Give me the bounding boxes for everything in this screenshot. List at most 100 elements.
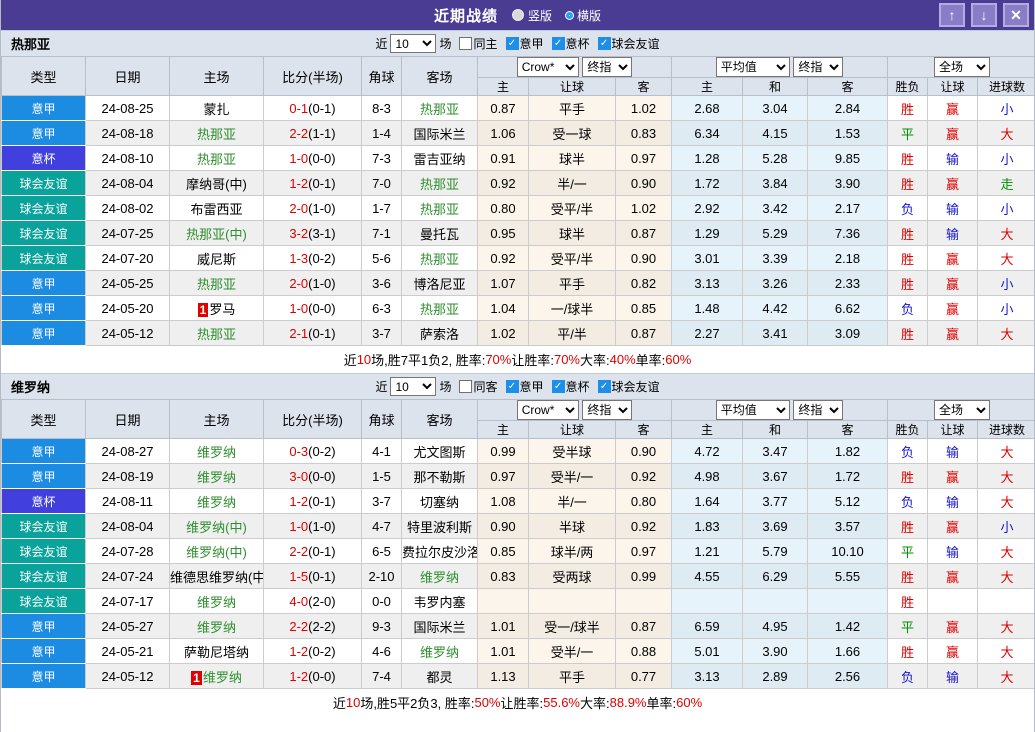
checkbox-icon (552, 380, 565, 393)
league-badge: 球会友谊 (2, 171, 86, 196)
home-team-cell: 维罗纳 (170, 439, 264, 464)
summary-text-segment: 场,胜7平1负2, 胜率: (371, 350, 485, 369)
home-team-name: 热那亚 (197, 327, 236, 342)
table-row: 球会友谊24-08-04摩纳哥(中)1-2(0-1)7-0热那亚0.92半/一0… (2, 171, 1035, 196)
average-select[interactable]: 平均值 (716, 400, 790, 420)
avg-away: 3.90 (808, 171, 888, 196)
table-row: 球会友谊24-07-20威尼斯1-3(0-2)5-6热那亚0.92受平/半0.9… (2, 246, 1035, 271)
checkbox-icon (459, 37, 472, 50)
league-checkbox-label: 意杯 (566, 378, 590, 395)
fulltime-score: 2-2 (289, 619, 308, 634)
home-team-name: 威尼斯 (197, 252, 236, 267)
fulltime-score: 3-2 (289, 226, 308, 241)
table-row: 意甲24-05-12热那亚2-1(0-1)3-7萨索洛1.02平/半0.872.… (2, 321, 1035, 346)
layout-vertical-radio[interactable]: 竖版 (512, 7, 552, 24)
sub-col-header: 进球数 (978, 421, 1035, 439)
league-checkbox[interactable]: 意甲 (506, 35, 544, 52)
result-winlose: 胜 (888, 464, 928, 489)
match-date: 24-08-04 (86, 514, 170, 539)
result-handicap (928, 589, 978, 614)
scroll-down-button[interactable]: ↓ (971, 3, 997, 27)
checkbox-icon (552, 37, 565, 50)
result-goals: 大 (978, 121, 1035, 146)
away-team-cell: 尤文图斯 (402, 439, 478, 464)
avg-away: 5.55 (808, 564, 888, 589)
result-goals: 大 (978, 664, 1035, 689)
odds-home: 0.85 (478, 539, 529, 564)
corner-cell: 1-7 (362, 196, 402, 221)
away-team-cell: 雷吉亚纳 (402, 146, 478, 171)
scroll-up-button[interactable]: ↑ (939, 3, 965, 27)
league-checkbox[interactable]: 意杯 (552, 378, 590, 395)
bookmaker-select[interactable]: Crow* (517, 400, 579, 420)
col-header-date: 日期 (86, 400, 170, 439)
result-handicap: 赢 (928, 614, 978, 639)
bookmaker-select[interactable]: Crow* (517, 57, 579, 77)
home-team-cell: 热那亚 (170, 271, 264, 296)
result-winlose: 胜 (888, 589, 928, 614)
odds-stage-select[interactable]: 终指 (582, 400, 632, 420)
summary-text-segment: 单率: (636, 350, 666, 369)
away-team-cell: 热那亚 (402, 296, 478, 321)
col-header-away: 客场 (402, 400, 478, 439)
home-team-cell: 维罗纳(中) (170, 539, 264, 564)
odds-home (478, 589, 529, 614)
avg-stage-select[interactable]: 终指 (793, 400, 843, 420)
away-team-name: 费拉尔皮沙洛 (402, 545, 478, 560)
fulltime-score: 2-2 (289, 126, 308, 141)
layout-horizontal-radio[interactable]: 横版 (566, 7, 601, 24)
halftime-score: (1-0) (308, 519, 335, 534)
fulltime-score: 1-2 (289, 176, 308, 191)
close-button[interactable]: ✕ (1003, 3, 1029, 27)
same-venue-checkbox[interactable]: 同主 (459, 35, 497, 52)
league-checkbox-label: 球会友谊 (612, 35, 660, 52)
table-row: 球会友谊24-08-04维罗纳(中)1-0(1-0)4-7特里波利斯0.90半球… (2, 514, 1035, 539)
same-venue-checkbox[interactable]: 同客 (459, 378, 497, 395)
league-checkbox[interactable]: 意杯 (552, 35, 590, 52)
result-handicap: 赢 (928, 514, 978, 539)
odds-home: 1.01 (478, 614, 529, 639)
radio-unselected-icon (566, 12, 573, 19)
odds-home: 1.13 (478, 664, 529, 689)
fulltime-select[interactable]: 全场 (934, 57, 990, 77)
league-checkbox[interactable]: 球会友谊 (598, 378, 660, 395)
result-winlose: 胜 (888, 96, 928, 121)
odds-handicap (529, 589, 616, 614)
odds-home: 0.83 (478, 564, 529, 589)
away-team-name: 那不勒斯 (413, 470, 465, 485)
home-team-name: 维罗纳(中) (186, 520, 247, 535)
home-team-name: 维罗纳 (197, 620, 236, 635)
match-rows: 意甲24-08-25蒙扎0-1(0-1)8-3热那亚0.87平手1.022.68… (2, 96, 1035, 346)
avg-away: 5.12 (808, 489, 888, 514)
league-checkbox[interactable]: 意甲 (506, 378, 544, 395)
home-team-cell: 维德思维罗纳(中) (170, 564, 264, 589)
score-cell: 1-2(0-2) (264, 639, 362, 664)
away-team-cell: 热那亚 (402, 246, 478, 271)
avg-select-group: 平均值 终指 (672, 57, 888, 78)
average-select[interactable]: 平均值 (716, 57, 790, 77)
match-count-select[interactable]: 10 (390, 377, 436, 396)
filter-row: 热那亚 近 10 场 同主 意甲意杯球会友谊 (1, 30, 1034, 56)
odds-stage-select[interactable]: 终指 (582, 57, 632, 77)
match-count-select[interactable]: 10 (390, 34, 436, 53)
home-team-cell: 1罗马 (170, 296, 264, 321)
avg-home: 1.72 (672, 171, 743, 196)
fulltime-select[interactable]: 全场 (934, 400, 990, 420)
result-winlose: 平 (888, 539, 928, 564)
away-team-name: 国际米兰 (413, 620, 465, 635)
result-winlose: 负 (888, 439, 928, 464)
fulltime-score: 1-0 (289, 151, 308, 166)
odds-away: 0.83 (616, 121, 672, 146)
col-header-corner: 角球 (362, 57, 402, 96)
home-team-name: 热那亚 (197, 277, 236, 292)
league-badge: 意甲 (2, 464, 86, 489)
avg-stage-select[interactable]: 终指 (793, 57, 843, 77)
team-section: 维罗纳 近 10 场 同客 意甲意杯球会友谊 类型 (1, 373, 1034, 716)
avg-away: 3.57 (808, 514, 888, 539)
checkbox-icon (506, 380, 519, 393)
table-row: 意杯24-08-10热那亚1-0(0-0)7-3雷吉亚纳0.91球半0.971.… (2, 146, 1035, 171)
halftime-score: (0-1) (308, 544, 335, 559)
result-goals: 大 (978, 246, 1035, 271)
odds-away: 0.92 (616, 514, 672, 539)
league-checkbox[interactable]: 球会友谊 (598, 35, 660, 52)
